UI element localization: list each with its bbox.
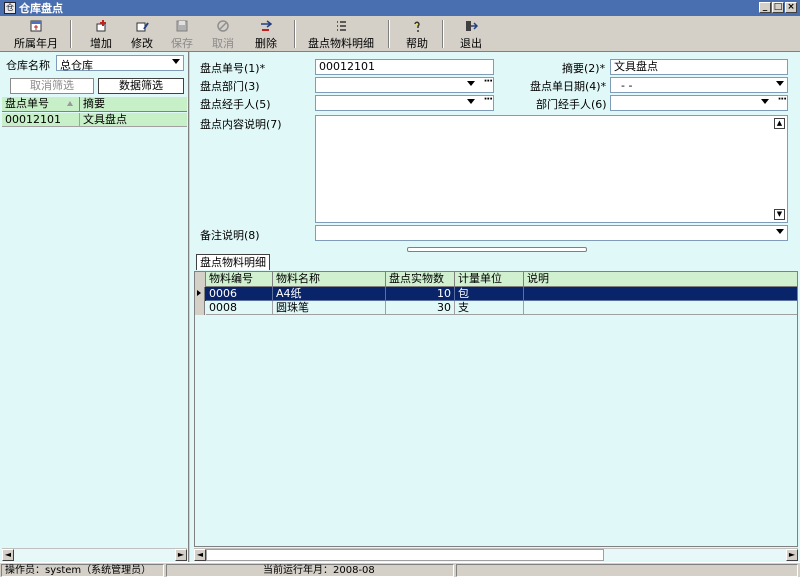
clear-filter-button[interactable]: 取消筛选 xyxy=(10,78,94,94)
more-icon[interactable]: ··· xyxy=(778,94,787,105)
tab-material-detail[interactable]: 盘点物料明细 xyxy=(196,254,270,270)
column-header-note[interactable]: 说明 xyxy=(524,272,797,287)
help-icon xyxy=(409,19,425,35)
detail-horizontal-scrollbar[interactable]: ◄ ► xyxy=(194,548,798,561)
column-header-unit[interactable]: 计量单位 xyxy=(455,272,524,287)
table-row[interactable]: 0006 A4纸 10 包 xyxy=(195,287,797,301)
dept-select[interactable]: ··· xyxy=(315,76,494,93)
scroll-right-icon[interactable]: ► xyxy=(175,549,187,561)
delete-icon xyxy=(258,19,274,35)
current-row-icon xyxy=(195,287,205,301)
toolbar: 所属年月 增加 修改 保存 取消 删除 盘点物料明细 帮助 退出 xyxy=(0,16,800,52)
period-status: 当前运行年月：2008-08 xyxy=(166,564,454,577)
scroll-down-icon[interactable]: ▼ xyxy=(774,209,785,220)
cancel-button[interactable]: 取消 xyxy=(208,17,238,51)
scroll-up-icon[interactable]: ▲ xyxy=(774,118,785,129)
remark-field[interactable] xyxy=(315,225,788,241)
right-panel: 盘点单号(1)* 00012101 摘要(2)* 文具盘点 盘点部门(3) ··… xyxy=(190,52,800,562)
help-button[interactable]: 帮助 xyxy=(402,17,432,51)
save-icon xyxy=(174,19,190,35)
scroll-left-icon[interactable]: ◄ xyxy=(2,549,14,561)
warehouse-select[interactable]: 总仓库 xyxy=(56,55,184,72)
order-no-label: 盘点单号(1)* xyxy=(200,62,266,75)
description-field[interactable]: ▲ ▼ xyxy=(315,115,788,223)
scroll-thumb[interactable] xyxy=(206,549,604,561)
order-no-field[interactable]: 00012101 xyxy=(315,59,494,75)
date-label: 盘点单日期(4)* xyxy=(530,80,607,93)
list-icon xyxy=(333,19,349,35)
exit-button[interactable]: 退出 xyxy=(456,17,486,51)
minimize-button[interactable]: _ xyxy=(759,2,771,13)
chevron-down-icon xyxy=(172,59,180,64)
chevron-down-icon xyxy=(467,99,475,104)
edit-button[interactable]: 修改 xyxy=(127,17,157,51)
table-row[interactable]: 00012101 文具盘点 xyxy=(2,113,187,127)
date-field[interactable]: - - xyxy=(610,77,788,93)
left-horizontal-scrollbar[interactable]: ◄ ► xyxy=(2,548,187,561)
period-button[interactable]: 所属年月 xyxy=(12,17,60,51)
chevron-down-icon xyxy=(467,81,475,86)
close-button[interactable]: × xyxy=(785,2,797,13)
add-button[interactable]: 增加 xyxy=(86,17,116,51)
more-icon[interactable]: ··· xyxy=(484,94,493,105)
scroll-right-icon[interactable]: ► xyxy=(786,549,798,561)
delete-button[interactable]: 删除 xyxy=(251,17,281,51)
title-bar: 仓 仓库盘点 _ □ × xyxy=(0,0,800,16)
calendar-icon xyxy=(28,19,44,35)
detail-grid-header: 物料编号 物料名称 盘点实物数 计量单位 说明 xyxy=(195,272,797,287)
dept-handler-select[interactable]: ··· xyxy=(610,94,788,111)
save-button[interactable]: 保存 xyxy=(167,17,197,51)
chevron-down-icon xyxy=(761,99,769,104)
filter-button[interactable]: 数据筛选 xyxy=(98,78,184,94)
dept-handler-label: 部门经手人(6) xyxy=(536,98,607,111)
scroll-left-icon[interactable]: ◄ xyxy=(194,549,206,561)
column-header-order-no[interactable]: 盘点单号 xyxy=(2,97,80,112)
material-detail-button[interactable]: 盘点物料明细 xyxy=(305,17,377,51)
exit-icon xyxy=(463,19,479,35)
maximize-button[interactable]: □ xyxy=(772,2,784,13)
cancel-icon xyxy=(215,19,231,35)
material-detail-grid: 物料编号 物料名称 盘点实物数 计量单位 说明 0006 A4纸 10 包 00… xyxy=(194,271,798,547)
summary-label: 摘要(2)* xyxy=(562,62,606,75)
form-splitter-handle[interactable] xyxy=(407,247,587,252)
window-title: 仓库盘点 xyxy=(19,2,63,15)
status-bar: 操作员：system（系统管理员） 当前运行年月：2008-08 xyxy=(0,562,800,577)
column-header-summary[interactable]: 摘要 xyxy=(80,97,187,112)
column-header-material-code[interactable]: 物料编号 xyxy=(206,272,273,287)
remark-label: 备注说明(8) xyxy=(200,229,260,242)
operator-status: 操作员：system（系统管理员） xyxy=(1,564,164,577)
order-list-header: 盘点单号 摘要 xyxy=(2,97,187,112)
table-row[interactable]: 0008 圆珠笔 30 支 xyxy=(195,301,797,315)
add-icon xyxy=(93,19,109,35)
edit-icon xyxy=(134,19,150,35)
handler-select[interactable]: ··· xyxy=(315,94,494,111)
handler-label: 盘点经手人(5) xyxy=(200,98,271,111)
summary-field[interactable]: 文具盘点 xyxy=(610,59,788,75)
column-header-quantity[interactable]: 盘点实物数 xyxy=(386,272,455,287)
left-panel: 仓库名称 总仓库 取消筛选 数据筛选 盘点单号 摘要 00012101 文具盘点… xyxy=(0,52,189,562)
status-panel-empty xyxy=(456,564,798,577)
chevron-down-icon xyxy=(776,229,784,234)
column-header-material-name[interactable]: 物料名称 xyxy=(273,272,386,287)
description-label: 盘点内容说明(7) xyxy=(200,118,282,131)
sort-icon xyxy=(67,101,73,106)
chevron-down-icon xyxy=(776,81,784,86)
app-icon: 仓 xyxy=(4,2,16,14)
dept-label: 盘点部门(3) xyxy=(200,80,260,93)
warehouse-label: 仓库名称 xyxy=(6,59,50,72)
more-icon[interactable]: ··· xyxy=(484,76,493,87)
